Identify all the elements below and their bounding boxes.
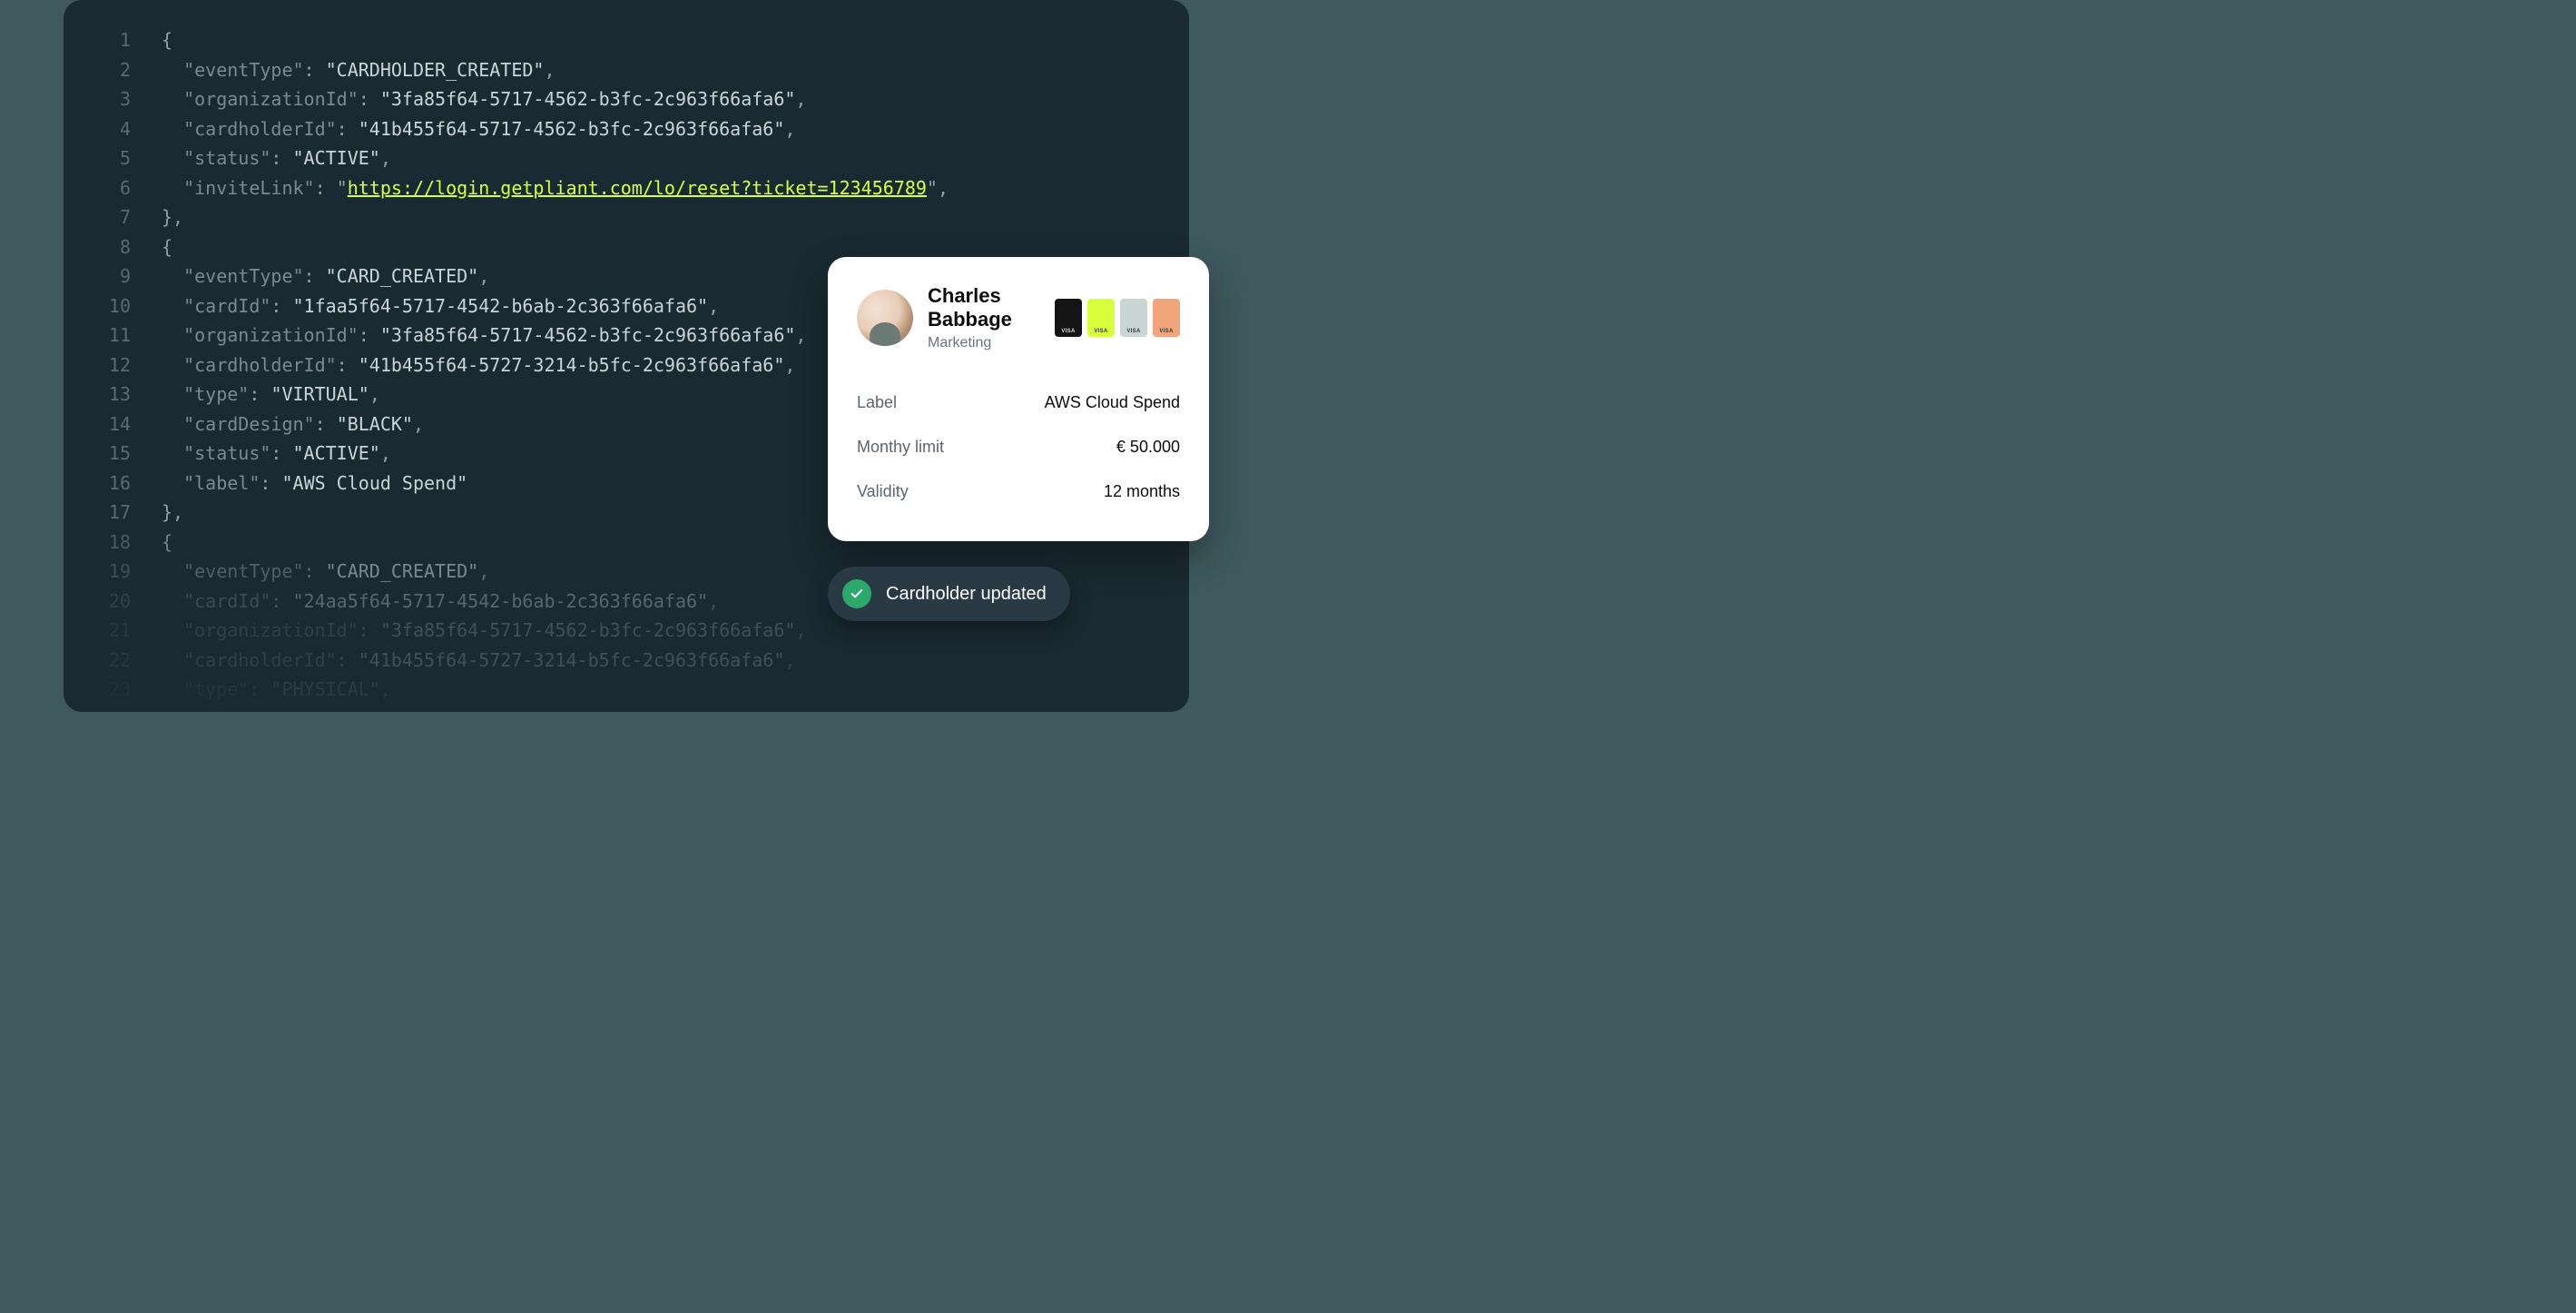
code-content: "cardholderId": "41b455f64-5727-3214-b5f… — [162, 646, 795, 676]
cardholder-popup: Charles Babbage Marketing VISA VISA VISA… — [828, 257, 1209, 541]
line-number: 9 — [94, 262, 131, 291]
card-detail-row: Label AWS Cloud Spend — [857, 380, 1180, 425]
code-content: "label": "AWS Cloud Spend" — [162, 469, 467, 499]
card-detail-value: 12 months — [1104, 482, 1180, 501]
code-line: 3 "organizationId": "3fa85f64-5717-4562-… — [94, 84, 1158, 114]
card-design-peach[interactable]: VISA — [1153, 299, 1180, 337]
code-line: 2 "eventType": "CARDHOLDER_CREATED", — [94, 55, 1158, 85]
code-content: "cardId": "24aa5f64-5717-4542-b6ab-2c363… — [162, 587, 719, 617]
line-number: 22 — [94, 646, 131, 676]
code-line: 23 "type": "PHYSICAL", — [94, 675, 1158, 705]
line-number: 4 — [94, 114, 131, 144]
line-number: 6 — [94, 173, 131, 203]
line-number: 12 — [94, 350, 131, 380]
cardholder-name: Charles Babbage — [928, 284, 1040, 331]
code-content: "cardId": "1faa5f64-5717-4542-b6ab-2c363… — [162, 291, 719, 321]
line-number: 1 — [94, 25, 131, 55]
cardholder-header: Charles Babbage Marketing VISA VISA VISA… — [857, 284, 1180, 351]
card-design-lime[interactable]: VISA — [1087, 299, 1115, 337]
cardholder-identity: Charles Babbage Marketing — [928, 284, 1040, 351]
code-content: "cardholderId": "41b455f64-5717-4562-b3f… — [162, 114, 795, 144]
cardholder-details: Label AWS Cloud Spend Monthy limit € 50.000… — [857, 380, 1180, 514]
line-number: 11 — [94, 321, 131, 350]
code-content: "eventType": "CARD_CREATED", — [162, 262, 489, 291]
card-design-swatches: VISA VISA VISA VISA — [1055, 299, 1180, 337]
check-circle-icon — [842, 579, 871, 608]
card-detail-row: Validity 12 months — [857, 469, 1180, 514]
line-number: 2 — [94, 55, 131, 85]
code-content: "organizationId": "3fa85f64-5717-4562-b3… — [162, 616, 806, 646]
line-number: 7 — [94, 202, 131, 232]
code-line: 22 "cardholderId": "41b455f64-5727-3214-… — [94, 646, 1158, 676]
avatar — [857, 290, 913, 346]
code-content: { — [162, 232, 172, 262]
line-number: 13 — [94, 380, 131, 410]
toast-text: Cardholder updated — [886, 584, 1047, 605]
line-number: 23 — [94, 675, 131, 705]
line-number: 17 — [94, 498, 131, 528]
code-content: "organizationId": "3fa85f64-5717-4562-b3… — [162, 321, 806, 350]
code-content: { — [162, 25, 172, 55]
code-content: "cardDesign": "BLACK", — [162, 410, 424, 439]
code-line: 6 "inviteLink": "https://login.getpliant… — [94, 173, 1158, 203]
line-number: 20 — [94, 587, 131, 617]
line-number: 19 — [94, 557, 131, 587]
code-content: }, — [162, 202, 183, 232]
code-line: 7}, — [94, 202, 1158, 232]
line-number: 3 — [94, 84, 131, 114]
cardholder-role: Marketing — [928, 335, 1040, 351]
code-content: "eventType": "CARD_CREATED", — [162, 557, 489, 587]
line-number: 15 — [94, 439, 131, 469]
line-number: 16 — [94, 469, 131, 499]
card-detail-value: € 50.000 — [1116, 438, 1180, 457]
code-line: 1{ — [94, 25, 1158, 55]
code-content: "type": "PHYSICAL", — [162, 675, 391, 705]
card-detail-label: Validity — [857, 482, 909, 501]
card-detail-value: AWS Cloud Spend — [1045, 393, 1180, 412]
line-number: 18 — [94, 528, 131, 558]
card-design-sage[interactable]: VISA — [1120, 299, 1147, 337]
code-content: "status": "ACTIVE", — [162, 439, 391, 469]
invite-link[interactable]: https://login.getpliant.com/lo/reset?tic… — [348, 177, 927, 199]
line-number: 5 — [94, 143, 131, 173]
card-detail-row: Monthy limit € 50.000 — [857, 425, 1180, 469]
code-content: "status": "ACTIVE", — [162, 143, 391, 173]
code-content: }, — [162, 498, 183, 528]
code-content: "cardholderId": "41b455f64-5727-3214-b5f… — [162, 350, 795, 380]
card-detail-label: Label — [857, 393, 897, 412]
code-line: 4 "cardholderId": "41b455f64-5717-4562-b… — [94, 114, 1158, 144]
code-content: "type": "VIRTUAL", — [162, 380, 380, 410]
code-content: "organizationId": "3fa85f64-5717-4562-b3… — [162, 84, 806, 114]
line-number: 8 — [94, 232, 131, 262]
code-content: "eventType": "CARDHOLDER_CREATED", — [162, 55, 556, 85]
card-design-dark[interactable]: VISA — [1055, 299, 1082, 337]
line-number: 10 — [94, 291, 131, 321]
line-number: 21 — [94, 616, 131, 646]
card-detail-label: Monthy limit — [857, 438, 944, 457]
code-line: 5 "status": "ACTIVE", — [94, 143, 1158, 173]
toast: Cardholder updated — [828, 567, 1070, 621]
code-content: { — [162, 528, 172, 558]
code-content: "inviteLink": "https://login.getpliant.c… — [162, 173, 949, 203]
line-number: 14 — [94, 410, 131, 439]
